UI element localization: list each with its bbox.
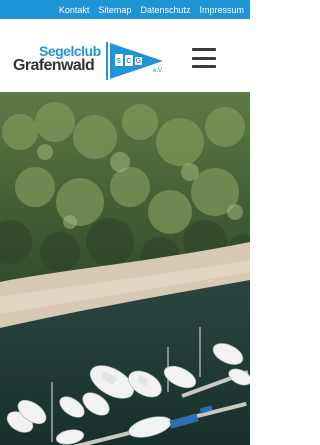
hamburger-menu-icon-bar [192,56,216,60]
sail-flag-icon: S C G [106,42,163,80]
svg-text:G: G [136,58,142,65]
site-header: Segelclub Grafenwald S C G e.V. [0,19,250,99]
svg-text:S: S [116,58,121,65]
topnav-link-sitemap[interactable]: Sitemap [98,5,131,15]
logo-text-grafenwald: Grafenwald [13,57,95,74]
topnav-link-datenschutz[interactable]: Datenschutz [140,5,190,15]
site-logo[interactable]: Segelclub Grafenwald S C G e.V. [13,41,173,85]
topnav-link-impressum[interactable]: Impressum [199,5,244,15]
svg-text:C: C [126,58,131,65]
hamburger-menu-icon-bar [192,65,216,68]
hamburger-menu-icon-bar [192,48,216,51]
hero-image-marina [0,92,250,445]
logo-ev-label: e.V. [153,68,164,74]
top-navigation-bar: Kontakt Sitemap Datenschutz Impressum [0,0,250,19]
hamburger-menu-button[interactable] [192,47,216,69]
topnav-link-kontakt[interactable]: Kontakt [59,5,90,15]
hero-aerial-photo [0,92,250,445]
